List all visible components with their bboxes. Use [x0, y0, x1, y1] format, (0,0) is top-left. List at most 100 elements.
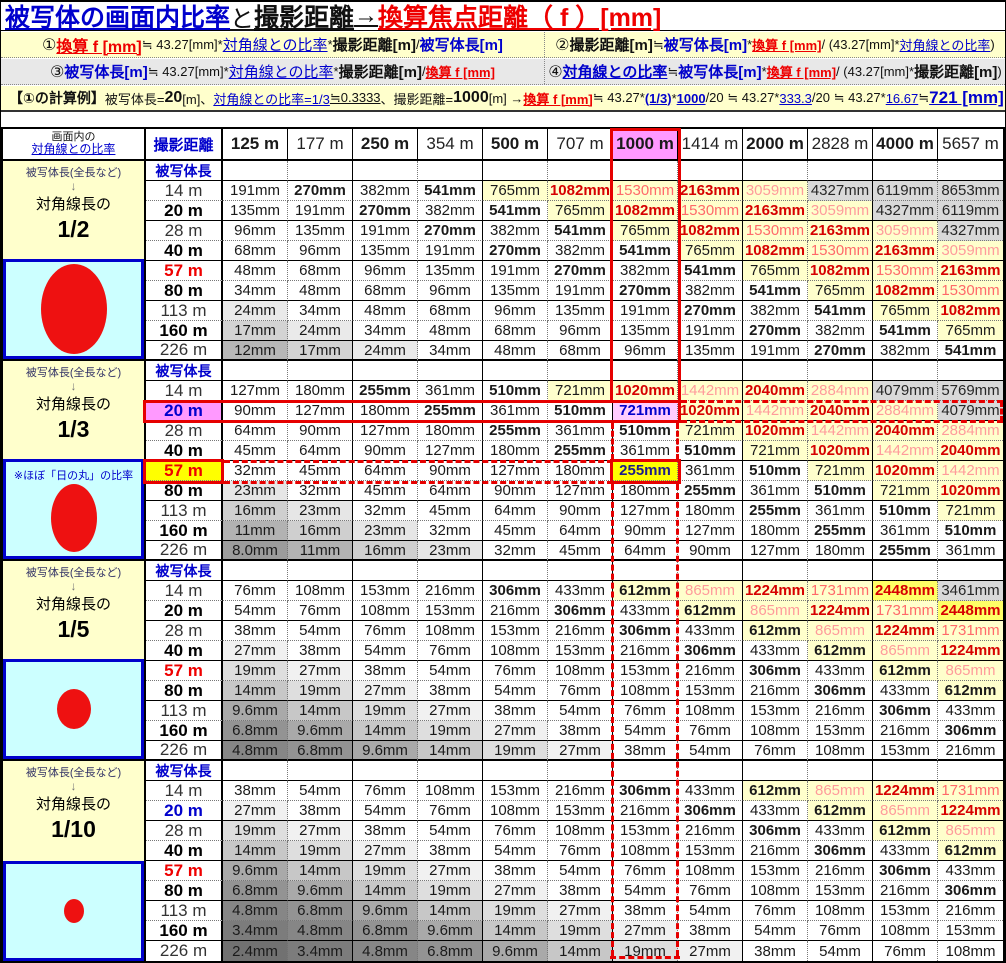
focal-cell: 153mm — [418, 601, 483, 621]
text-segment: 333.3 — [779, 90, 812, 106]
focal-cell: 76mm — [353, 781, 418, 801]
focal-cell: 19mm — [483, 901, 548, 921]
text-segment: 対角線との比率 — [899, 38, 991, 53]
focal-cell: 153mm — [808, 881, 873, 901]
focal-cell: 216mm — [483, 601, 548, 621]
focal-cell: 9.6mm — [223, 861, 288, 881]
focal-cell: 306mm — [938, 881, 1003, 901]
focal-cell: 19mm — [223, 661, 288, 681]
empty-cell — [808, 361, 873, 381]
focal-cell: 510mm — [938, 521, 1003, 541]
focal-cell: 135mm — [483, 281, 548, 301]
focal-cell: 135mm — [288, 221, 353, 241]
focal-cell: 76mm — [353, 621, 418, 641]
focal-cell: 153mm — [743, 861, 808, 881]
focal-cell: 76mm — [873, 941, 938, 961]
focal-cell: 765mm — [613, 221, 678, 241]
focal-cell: 54mm — [678, 901, 743, 921]
focal-cell: 306mm — [613, 781, 678, 801]
focal-length-table: 画面内の 対角線との比率 撮影距離 125 m 177 m 250 m 354 m 500 m… — [1, 127, 1005, 963]
focal-cell: 2040mm — [808, 401, 873, 421]
focal-cell: 216mm — [938, 741, 1003, 761]
focal-cell: 54mm — [483, 681, 548, 701]
focal-cell: 3.4mm — [223, 921, 288, 941]
focal-cell: 64mm — [223, 421, 288, 441]
focal-cell: 1530mm — [938, 281, 1003, 301]
focal-cell: 433mm — [938, 701, 1003, 721]
empty-cell — [808, 561, 873, 581]
ratio-label: 1/10 — [51, 816, 96, 842]
focal-cell: 16mm — [288, 521, 353, 541]
empty-cell — [288, 561, 353, 581]
focal-cell: 9.6mm — [288, 881, 353, 901]
subject-circle-icon — [40, 264, 107, 354]
focal-cell: 38mm — [483, 861, 548, 881]
focal-cell: 191mm — [613, 301, 678, 321]
focal-cell: 54mm — [223, 601, 288, 621]
focal-cell: 1530mm — [873, 261, 938, 281]
row-label: 160 m — [146, 521, 223, 541]
focal-cell: 17mm — [223, 321, 288, 341]
focal-cell: 721mm — [938, 501, 1003, 521]
row-label: 80 m — [146, 281, 223, 301]
focal-cell: 6.8mm — [223, 721, 288, 741]
focal-cell: 19mm — [288, 681, 353, 701]
text-segment: ② — [555, 36, 570, 54]
focal-cell: 180mm — [483, 441, 548, 461]
focal-cell: 54mm — [613, 881, 678, 901]
focal-cell: 108mm — [678, 861, 743, 881]
focal-cell: 255mm — [678, 481, 743, 501]
focal-cell: 382mm — [743, 301, 808, 321]
focal-cell: 54mm — [353, 641, 418, 661]
focal-cell: 48mm — [223, 261, 288, 281]
focal-cell: 108mm — [483, 641, 548, 661]
distance-header: 5657 m — [938, 129, 1003, 161]
sidebar-text: 被写体長(全長など) ↓ 対角線長の 1/10 — [25, 767, 122, 842]
focal-cell: 96mm — [288, 241, 353, 261]
focal-cell: 32mm — [483, 541, 548, 561]
focal-cell: 68mm — [223, 241, 288, 261]
focal-cell: 27mm — [223, 801, 288, 821]
focal-cell: 127mm — [678, 521, 743, 541]
focal-cell: 45mm — [548, 541, 613, 561]
focal-cell: 865mm — [743, 601, 808, 621]
focal-cell: 433mm — [678, 781, 743, 801]
text-segment: 被写体の画面内比率 — [5, 4, 231, 32]
row-label: 226 m — [146, 341, 223, 361]
focal-cell: 612mm — [743, 781, 808, 801]
focal-cell: 2163mm — [938, 261, 1003, 281]
focal-cell: 27mm — [548, 741, 613, 761]
focal-cell: 9.6mm — [418, 921, 483, 941]
focal-cell: 64mm — [548, 521, 613, 541]
focal-cell: 270mm — [353, 201, 418, 221]
focal-cell: 1530mm — [743, 221, 808, 241]
distance-header: 4000 m — [873, 129, 938, 161]
focal-cell: 64mm — [483, 501, 548, 521]
focal-cell: 255mm — [483, 421, 548, 441]
row-label: 80 m — [146, 681, 223, 701]
text-segment: / (43.27[mm]* — [836, 64, 915, 79]
focal-cell: 127mm — [223, 381, 288, 401]
focal-cell: 216mm — [548, 781, 613, 801]
focal-cell: 34mm — [288, 301, 353, 321]
text-segment: 、撮影距離= — [380, 91, 454, 107]
focal-cell: 108mm — [743, 721, 808, 741]
empty-cell — [418, 561, 483, 581]
focal-cell: 19mm — [613, 941, 678, 961]
empty-cell — [548, 161, 613, 181]
empty-cell — [743, 561, 808, 581]
focal-cell: 14mm — [548, 941, 613, 961]
focal-cell: 27mm — [288, 661, 353, 681]
focal-cell: 510mm — [743, 461, 808, 481]
focal-cell: 721mm — [808, 461, 873, 481]
focal-cell: 255mm — [548, 441, 613, 461]
focal-cell: 108mm — [945, 942, 996, 960]
empty-cell — [808, 161, 873, 181]
focal-cell: 14mm — [353, 881, 418, 901]
focal-cell: 96mm — [483, 301, 548, 321]
focal-cell: 19mm — [353, 861, 418, 881]
focal-cell: 38mm — [613, 741, 678, 761]
focal-cell: 433mm — [743, 641, 808, 661]
empty-cell — [223, 161, 288, 181]
focal-cell: 153mm — [873, 901, 938, 921]
